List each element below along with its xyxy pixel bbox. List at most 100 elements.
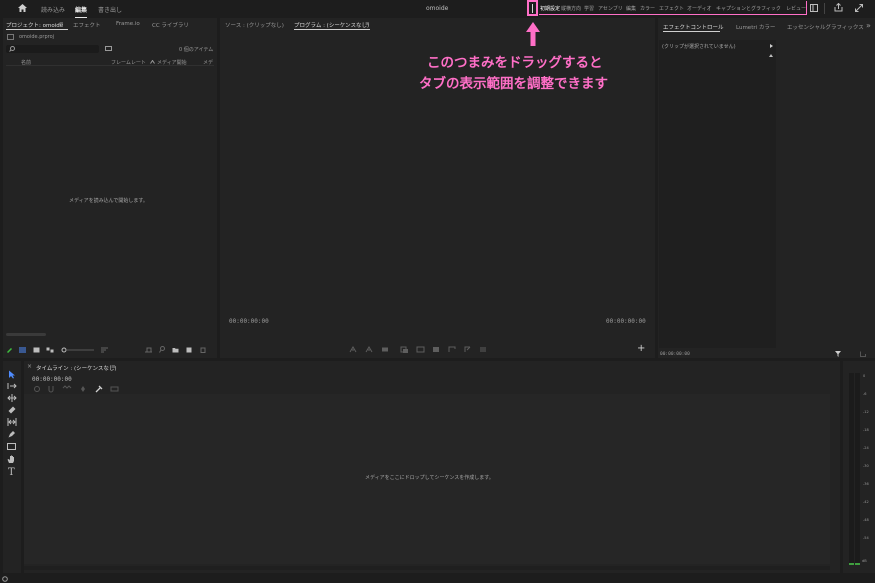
ripple-edit-icon[interactable] xyxy=(7,394,17,402)
tab-underline xyxy=(663,31,720,32)
status-bar xyxy=(0,575,875,583)
tab-timeline[interactable]: タイムライン : (シーケンスなし) xyxy=(36,364,116,372)
meter-scale-label: -42 xyxy=(863,500,869,504)
tab-cc-libraries[interactable]: CC ライブラリ xyxy=(152,21,189,29)
panel-menu-icon[interactable]: ≡ xyxy=(365,21,370,27)
new-item-icon[interactable] xyxy=(186,347,192,353)
project-file-name: omoide.prproj xyxy=(19,34,55,40)
panel-menu-icon[interactable]: ≡ xyxy=(111,364,116,370)
column-header-framerate[interactable]: フレームレート xyxy=(111,59,146,66)
workspace-tab-effects[interactable]: エフェクト xyxy=(659,5,684,12)
hand-icon[interactable] xyxy=(7,455,16,464)
effect-controls-list xyxy=(659,40,776,348)
meter-scale-label: -30 xyxy=(863,464,869,468)
column-sort-icon[interactable] xyxy=(150,60,155,64)
pen-icon[interactable] xyxy=(8,430,16,438)
razor-icon[interactable] xyxy=(8,406,16,414)
share-icon[interactable] xyxy=(834,3,843,12)
mode-tab-export[interactable]: 書き出し xyxy=(98,5,122,14)
tab-source[interactable]: ソース : (クリップなし) xyxy=(225,21,284,29)
audio-meter-bar-left xyxy=(849,373,854,565)
tab-underline xyxy=(6,29,68,30)
meter-scale-label: -12 xyxy=(863,410,869,414)
timeline-tool-row xyxy=(33,385,123,393)
tab-effect-controls[interactable]: エフェクトコントロール xyxy=(663,23,724,31)
tools-panel: T xyxy=(3,361,21,573)
no-clip-selected-text: (クリップが選択されていません) xyxy=(662,44,736,50)
workspace-tab-learning[interactable]: 学習 xyxy=(584,5,594,12)
status-icon[interactable] xyxy=(2,576,8,582)
tab-underline xyxy=(294,29,370,30)
mode-tab-import[interactable]: 読み込み xyxy=(41,5,65,14)
write-protect-icon[interactable] xyxy=(7,347,13,353)
timeline-scrollbar[interactable] xyxy=(24,566,830,570)
new-bin-icon[interactable] xyxy=(105,46,112,51)
tab-effects[interactable]: エフェクト xyxy=(73,21,101,29)
trash-icon[interactable] xyxy=(200,347,206,353)
project-file-icon xyxy=(7,34,14,40)
workspace-tab-editing[interactable]: 編集 xyxy=(626,5,636,12)
effect-controls-timecode[interactable]: 00:00:00:00 xyxy=(660,352,690,357)
annotation-line-1: このつまみをドラッグすると xyxy=(427,55,603,71)
workspace-tab-default[interactable]: 初期設定 xyxy=(540,5,560,12)
fullscreen-icon[interactable] xyxy=(855,4,863,12)
slip-icon[interactable] xyxy=(7,418,17,426)
list-view-icon[interactable] xyxy=(19,347,26,353)
track-select-icon[interactable] xyxy=(7,382,17,390)
export-icon[interactable] xyxy=(860,351,866,357)
panel-menu-icon[interactable]: ≡ xyxy=(59,21,64,27)
item-count: 0 個のアイテム xyxy=(179,47,214,53)
icon-view-icon[interactable] xyxy=(33,347,40,353)
document-title: omoide xyxy=(426,5,449,12)
effect-controls-panel: エフェクトコントロール Lumetri カラー エッセンシャルグラフィックス »… xyxy=(658,18,875,358)
workspace-tab-color[interactable]: カラー xyxy=(640,5,655,12)
meter-scale-label: -36 xyxy=(863,482,869,486)
new-folder-icon[interactable] xyxy=(172,347,179,353)
scroll-up-icon[interactable] xyxy=(769,54,773,57)
annotation-arrow xyxy=(523,20,543,48)
divider xyxy=(824,3,825,14)
button-editor-add-icon[interactable]: + xyxy=(637,343,645,354)
project-panel: プロジェクト: omoide ≡ エフェクト Frame.io CC ライブラリ… xyxy=(3,18,217,358)
tab-program[interactable]: プログラム : (シーケンスなし) xyxy=(294,21,369,29)
home-icon[interactable] xyxy=(18,4,27,12)
meter-scale-label: 0 xyxy=(863,374,866,378)
automate-icon[interactable] xyxy=(145,347,152,353)
playhead-timecode[interactable]: 00:00:00:00 xyxy=(229,318,269,325)
horizontal-scrollbar[interactable] xyxy=(6,333,46,336)
timeline-timecode[interactable]: 00:00:00:00 xyxy=(32,376,72,383)
expand-arrow-icon[interactable] xyxy=(770,44,773,48)
top-bar: 読み込み 編集 書き出し omoide 初期設定 縦横方向 学習 アセンブリ 編… xyxy=(0,0,875,18)
workspace-tab-assembly[interactable]: アセンブリ xyxy=(598,5,623,12)
column-header-name[interactable]: 名前 xyxy=(21,59,31,66)
mode-tab-edit[interactable]: 編集 xyxy=(75,5,88,18)
tab-overflow-icon[interactable]: » xyxy=(866,21,871,30)
column-header-media-start[interactable]: メディア開始 xyxy=(157,59,187,66)
meter-scale-label: -24 xyxy=(863,446,869,450)
workspace-tab-vertical[interactable]: 縦横方向 xyxy=(561,5,581,12)
audio-meter-peak-left xyxy=(849,563,854,565)
selection-tool-icon[interactable] xyxy=(8,370,16,379)
close-tab-icon[interactable]: × xyxy=(27,363,32,370)
workspace-tab-captions[interactable]: キャプションとグラフィック xyxy=(716,5,781,12)
find-icon[interactable] xyxy=(159,346,165,353)
search-input[interactable] xyxy=(6,45,99,53)
search-icon xyxy=(9,46,15,52)
freeform-view-icon[interactable] xyxy=(46,347,54,353)
panel-layout-icon[interactable] xyxy=(810,4,818,12)
zoom-slider[interactable] xyxy=(61,346,95,354)
project-empty-message: メディアを読み込んで開始します。 xyxy=(69,198,148,204)
meter-scale-label: -18 xyxy=(863,428,869,432)
workspace-tab-audio[interactable]: オーディオ xyxy=(687,5,712,12)
type-icon[interactable]: T xyxy=(8,467,15,478)
sort-icon[interactable] xyxy=(101,347,108,353)
filter-icon[interactable] xyxy=(835,351,841,357)
tab-essential-graphics[interactable]: エッセンシャルグラフィックス xyxy=(787,23,864,31)
tab-project[interactable]: プロジェクト: omoide xyxy=(6,21,63,29)
workspace-tab-review[interactable]: レビュー xyxy=(786,5,806,12)
workspace-tabs-resize-handle[interactable] xyxy=(527,0,538,16)
column-header-media-end[interactable]: メデ xyxy=(203,59,213,66)
rectangle-icon[interactable] xyxy=(7,443,16,450)
tab-frameio[interactable]: Frame.io xyxy=(116,21,140,27)
tab-lumetri-color[interactable]: Lumetri カラー xyxy=(736,23,775,31)
